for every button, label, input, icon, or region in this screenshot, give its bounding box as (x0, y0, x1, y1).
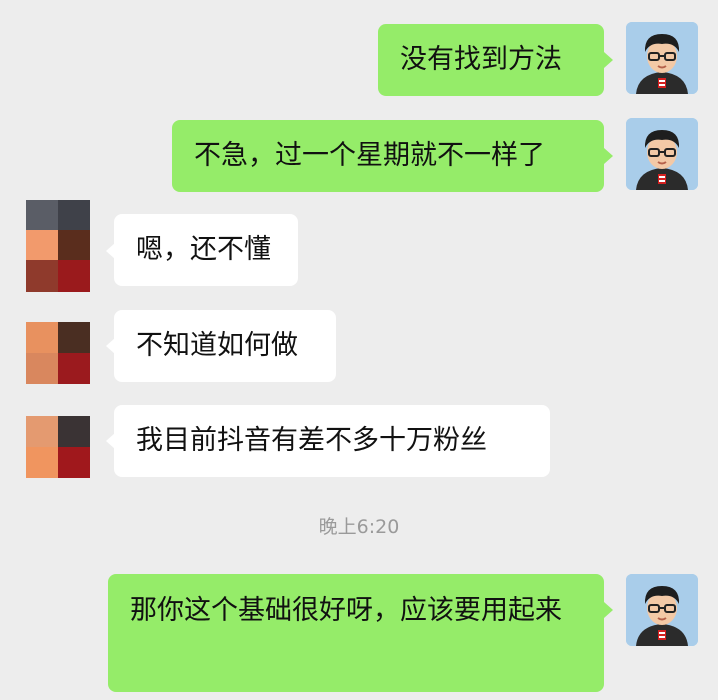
my-avatar-icon[interactable] (626, 574, 698, 646)
other-avatar-icon[interactable] (26, 200, 90, 292)
other-avatar-icon[interactable] (26, 416, 90, 478)
bubble-tail (604, 52, 613, 68)
message-text: 不知道如何做 (136, 330, 298, 361)
message-timestamp: 晚上6:20 (318, 516, 400, 538)
other-message-bubble[interactable]: 不知道如何做 (114, 310, 336, 382)
other-message-bubble[interactable]: 嗯，还不懂 (114, 214, 298, 286)
my-message-bubble[interactable]: 没有找到方法 (378, 24, 604, 96)
message-text: 没有找到方法 (400, 44, 562, 75)
other-message-bubble[interactable]: 我目前抖音有差不多十万粉丝 (114, 405, 550, 477)
message-text: 嗯，还不懂 (136, 234, 271, 265)
message-text: 不急，过一个星期就不一样了 (194, 140, 545, 171)
bubble-tail (604, 602, 613, 618)
my-message-bubble[interactable]: 不急，过一个星期就不一样了 (172, 120, 604, 192)
my-avatar-icon[interactable] (626, 118, 698, 190)
bubble-tail (604, 148, 613, 164)
message-text: 我目前抖音有差不多十万粉丝 (136, 425, 487, 456)
other-avatar-icon[interactable] (26, 322, 90, 384)
message-text: 那你这个基础很好呀，应该要用起来 (130, 595, 562, 626)
my-message-bubble[interactable]: 那你这个基础很好呀，应该要用起来 (108, 574, 604, 692)
my-avatar-icon[interactable] (626, 22, 698, 94)
